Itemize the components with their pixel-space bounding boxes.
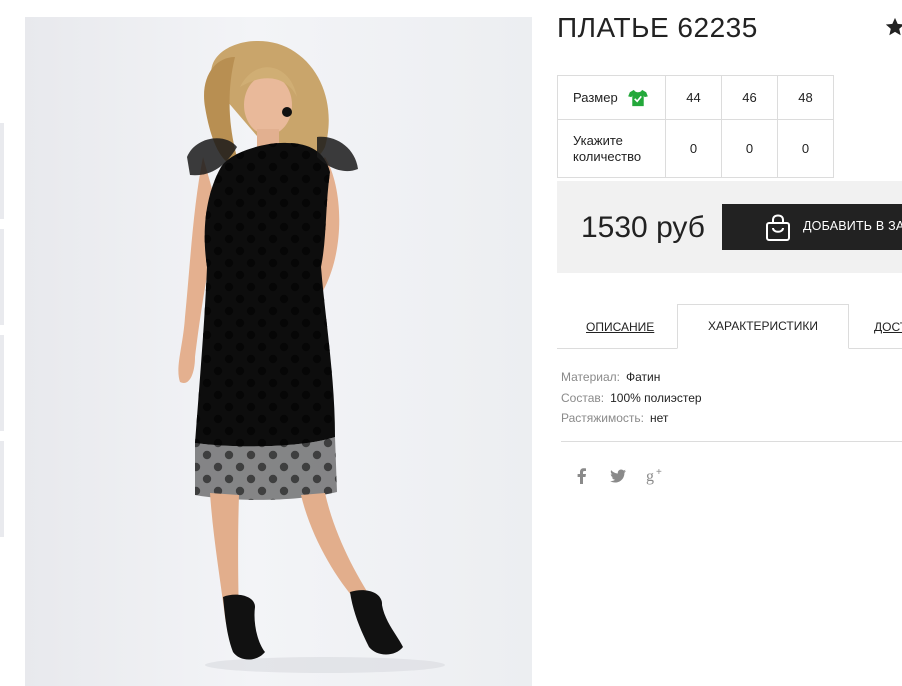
add-to-cart-label: ДОБАВИТЬ В ЗА (803, 219, 902, 233)
spec-key: Материал: (561, 370, 620, 384)
spec-row: Состав: 100% полиэстер (561, 388, 702, 409)
thumbnail[interactable] (0, 123, 4, 219)
quantity-input[interactable]: 0 (665, 119, 722, 178)
add-to-cart-button[interactable]: ДОБАВИТЬ В ЗА (722, 204, 902, 250)
quantity-label-line2: количество (573, 148, 642, 164)
spec-row: Материал: Фатин (561, 367, 702, 388)
quantity-label-cell: Укажите количество (557, 119, 666, 178)
spec-row: Растяжимость: нет (561, 408, 702, 429)
facebook-icon[interactable] (572, 466, 592, 486)
tab-characteristics[interactable]: ХАРАКТЕРИСТИКИ (677, 304, 849, 349)
divider (561, 441, 902, 442)
thumbnail[interactable] (0, 441, 4, 537)
google-plus-icon[interactable]: g + (646, 466, 666, 486)
svg-text:+: + (656, 467, 662, 478)
twitter-icon[interactable] (608, 466, 628, 486)
spec-value: нет (650, 411, 669, 425)
spec-key: Состав: (561, 390, 605, 405)
tab-delivery[interactable]: ДОСТ (874, 320, 902, 334)
spec-key: Растяжимость: (561, 411, 645, 425)
shopping-bag-icon (766, 214, 790, 241)
size-quantity-table: Размер 44 46 48 Укажите количество 0 0 0 (557, 75, 834, 178)
spec-value: 100% полиэстер (610, 390, 702, 405)
size-label-cell: Размер (557, 75, 666, 120)
quantity-input[interactable]: 0 (777, 119, 834, 178)
star-icon[interactable] (884, 16, 902, 38)
thumbnail[interactable] (0, 335, 4, 431)
svg-text:g: g (646, 468, 654, 485)
product-title: ПЛАТЬЕ 62235 (557, 12, 758, 43)
quantity-label-line1: Укажите (573, 132, 623, 148)
spec-value: Фатин (625, 370, 661, 384)
thumbnail[interactable] (0, 229, 4, 325)
thumbnail-strip (0, 0, 6, 686)
tab-description[interactable]: ОПИСАНИЕ (586, 320, 654, 334)
specs-list: Материал: Фатин Состав: 100% полиэстер Рас… (561, 367, 702, 429)
product-photo[interactable] (25, 17, 532, 686)
purchase-box: 1530 руб ДОБАВИТЬ В ЗА (557, 181, 902, 273)
quantity-input[interactable]: 0 (721, 119, 778, 178)
size-option[interactable]: 46 (721, 75, 778, 120)
size-label: Размер (573, 90, 618, 105)
price: 1530 руб (581, 211, 705, 244)
dress-illustration (178, 40, 445, 673)
size-option[interactable]: 48 (777, 75, 834, 120)
tshirt-icon[interactable] (627, 89, 648, 107)
size-option[interactable]: 44 (665, 75, 722, 120)
